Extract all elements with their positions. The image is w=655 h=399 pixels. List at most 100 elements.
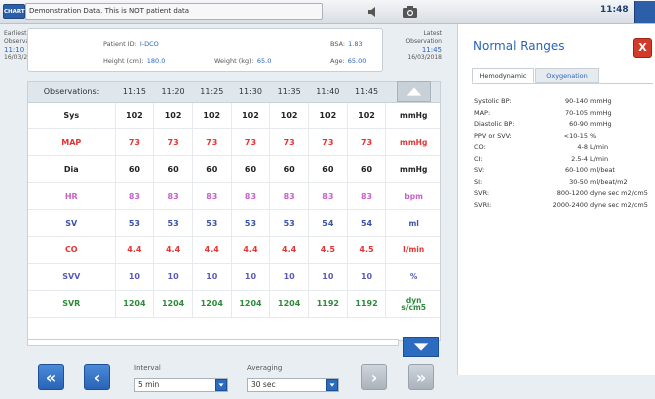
table-cell: 10 bbox=[192, 263, 232, 291]
interval-dropdown-icon[interactable] bbox=[215, 379, 227, 391]
range-unit: % bbox=[590, 131, 597, 140]
table-cell: 53 bbox=[269, 209, 309, 237]
row-unit: l/min bbox=[385, 236, 440, 264]
time-header: 11:35 bbox=[269, 82, 309, 103]
double-chevron-right-icon: » bbox=[415, 367, 427, 387]
table-cell: 60 bbox=[115, 155, 155, 184]
tab-oxygenation[interactable]: Oxygenation bbox=[535, 68, 599, 83]
range-name: MAP: bbox=[474, 108, 491, 117]
last-page-button[interactable]: » bbox=[408, 364, 434, 390]
table-cell: 1192 bbox=[347, 290, 387, 318]
row-label: SVV bbox=[28, 263, 116, 291]
range-name: SI: bbox=[474, 177, 483, 186]
row-unit: mmHg bbox=[385, 155, 440, 184]
table-header-row: Observations: 11:15 11:20 11:25 11:30 11… bbox=[28, 82, 440, 103]
range-name: SVRI: bbox=[474, 200, 492, 209]
row-label: SV bbox=[28, 209, 116, 237]
range-value: 90-140 bbox=[564, 97, 588, 105]
range-unit: dyne sec m2/cm5 bbox=[590, 200, 648, 209]
latest-label: Latest Observation bbox=[405, 30, 442, 45]
range-unit: L/min bbox=[590, 154, 609, 163]
table-cell: 73 bbox=[153, 128, 193, 157]
row-label: HR bbox=[28, 182, 116, 211]
observations-header: Observations: bbox=[28, 82, 116, 103]
table-cell: 60 bbox=[153, 155, 193, 184]
table-cell: 102 bbox=[115, 102, 155, 130]
range-name: SVR: bbox=[474, 189, 490, 197]
table-cell: 1204 bbox=[231, 290, 271, 318]
row-label: CO bbox=[28, 236, 116, 264]
range-unit: mmHg bbox=[590, 97, 612, 105]
close-button[interactable]: X bbox=[633, 38, 652, 58]
age-field: Age: 65.00 bbox=[330, 57, 367, 65]
close-icon: X bbox=[638, 41, 647, 54]
averaging-dropdown-icon[interactable] bbox=[326, 379, 338, 391]
table-cell: 1204 bbox=[192, 290, 232, 318]
table-cell: 4.4 bbox=[269, 236, 309, 264]
row-label: SVR bbox=[28, 290, 116, 318]
range-unit: ml/beat bbox=[590, 166, 615, 174]
double-chevron-left-icon: « bbox=[45, 367, 57, 387]
tab-hemodynamic[interactable]: Hemodynamic bbox=[472, 68, 534, 83]
row-unit: dyn s/cm5 bbox=[385, 290, 440, 318]
table-cell: 1204 bbox=[269, 290, 309, 318]
interval-label: Interval bbox=[134, 364, 161, 372]
time-header: 11:20 bbox=[153, 82, 193, 103]
scroll-down-button[interactable] bbox=[403, 337, 439, 357]
table-cell: 102 bbox=[347, 102, 387, 130]
range-unit: mmHg bbox=[590, 108, 612, 117]
range-value: 800-1200 bbox=[556, 189, 588, 197]
table-cell: 53 bbox=[153, 209, 193, 237]
table-cell: 102 bbox=[308, 102, 348, 130]
range-value: 30-50 bbox=[569, 177, 588, 186]
range-name: CO: bbox=[474, 143, 486, 151]
table-cell: 4.5 bbox=[347, 236, 387, 264]
row-label: Sys bbox=[28, 102, 116, 130]
table-cell: 102 bbox=[231, 102, 271, 130]
table-cell: 83 bbox=[153, 182, 193, 211]
table-cell: 10 bbox=[115, 263, 155, 291]
row-unit: mmHg bbox=[385, 102, 440, 130]
first-page-button[interactable]: « bbox=[38, 364, 64, 390]
chart-button[interactable]: CHART bbox=[3, 4, 25, 19]
speaker-icon[interactable] bbox=[366, 5, 380, 19]
table-cell: 102 bbox=[269, 102, 309, 130]
table-cell: 10 bbox=[308, 263, 348, 291]
camera-icon[interactable] bbox=[402, 4, 418, 19]
table-row: CO 4.4 4.4 4.4 4.4 4.4 4.5 4.5 l/min bbox=[28, 236, 440, 264]
table-row: Dia 60 60 60 60 60 60 60 mmHg bbox=[28, 155, 440, 184]
time-header: 11:45 bbox=[347, 82, 386, 103]
table-cell: 83 bbox=[192, 182, 232, 211]
patient-info-card: Patient ID: I-DCO Height (cm): 180.0 Weigh… bbox=[27, 28, 383, 72]
previous-button[interactable]: ‹ bbox=[84, 364, 110, 390]
scroll-up-button[interactable] bbox=[397, 81, 431, 102]
next-button[interactable]: › bbox=[361, 364, 387, 390]
range-value: 2000-2400 bbox=[552, 200, 588, 209]
time-header: 11:40 bbox=[308, 82, 348, 103]
table-cell: 73 bbox=[308, 128, 348, 157]
row-unit: % bbox=[385, 263, 440, 291]
table-cell: 73 bbox=[192, 128, 232, 157]
table-cell: 73 bbox=[115, 128, 155, 157]
table-cell: 10 bbox=[347, 263, 387, 291]
table-cell: 10 bbox=[153, 263, 193, 291]
table-cell: 4.4 bbox=[153, 236, 193, 264]
range-name: Systolic BP: bbox=[474, 97, 512, 105]
range-value: 4-8 bbox=[577, 143, 588, 151]
time-header: 11:25 bbox=[192, 82, 232, 103]
range-value: 70-105 bbox=[564, 108, 588, 117]
table-cell: 83 bbox=[269, 182, 309, 211]
horizontal-scrollbar[interactable] bbox=[27, 339, 399, 346]
range-name: PPV or SVV: bbox=[474, 131, 512, 140]
interval-select[interactable]: 5 min bbox=[134, 378, 228, 392]
table-cell: 10 bbox=[269, 263, 309, 291]
range-unit: ml/beat/m2 bbox=[590, 177, 628, 186]
table-cell: 60 bbox=[347, 155, 387, 184]
status-bar-edge bbox=[634, 1, 655, 23]
table-cell: 53 bbox=[231, 209, 271, 237]
table-row: SV 53 53 53 53 53 54 54 ml bbox=[28, 209, 440, 237]
patient-id-field: Patient ID: I-DCO bbox=[103, 40, 159, 48]
table-row: MAP 73 73 73 73 73 73 73 mmHg bbox=[28, 128, 440, 157]
table-row: SVR 1204 1204 1204 1204 1204 1192 1192 dyn s/cm5 bbox=[28, 290, 440, 318]
range-value: 2.5-4 bbox=[571, 154, 588, 163]
